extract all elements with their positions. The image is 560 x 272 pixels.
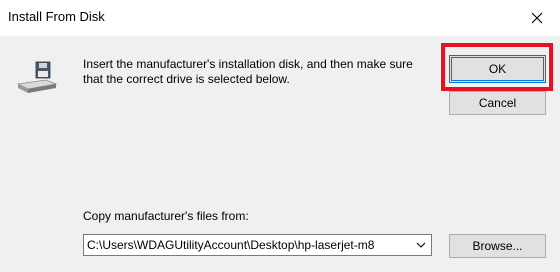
dropdown-toggle[interactable]	[413, 238, 429, 252]
cancel-button-label: Cancel	[478, 96, 517, 110]
close-icon	[531, 12, 543, 24]
browse-button[interactable]: Browse...	[449, 234, 546, 258]
chevron-down-icon	[416, 242, 426, 248]
window-title: Install From Disk	[8, 9, 105, 24]
instruction-text: Insert the manufacturer's installation d…	[83, 57, 413, 86]
cancel-button[interactable]: Cancel	[449, 91, 546, 115]
copy-from-label: Copy manufacturer's files from:	[83, 209, 249, 223]
path-value[interactable]: C:\Users\WDAGUtilityAccount\Desktop\hp-l…	[87, 238, 409, 252]
floppy-disk-drive-icon	[16, 61, 58, 93]
title-bar: Install From Disk	[0, 0, 560, 36]
focus-ring	[451, 57, 544, 81]
close-button[interactable]	[514, 0, 560, 36]
copy-from-path-combobox[interactable]: C:\Users\WDAGUtilityAccount\Desktop\hp-l…	[83, 234, 432, 256]
ok-button[interactable]: OK	[449, 55, 546, 83]
install-from-disk-dialog: Install From Disk Insert the manufacture…	[0, 0, 560, 272]
browse-button-label: Browse...	[472, 239, 523, 253]
